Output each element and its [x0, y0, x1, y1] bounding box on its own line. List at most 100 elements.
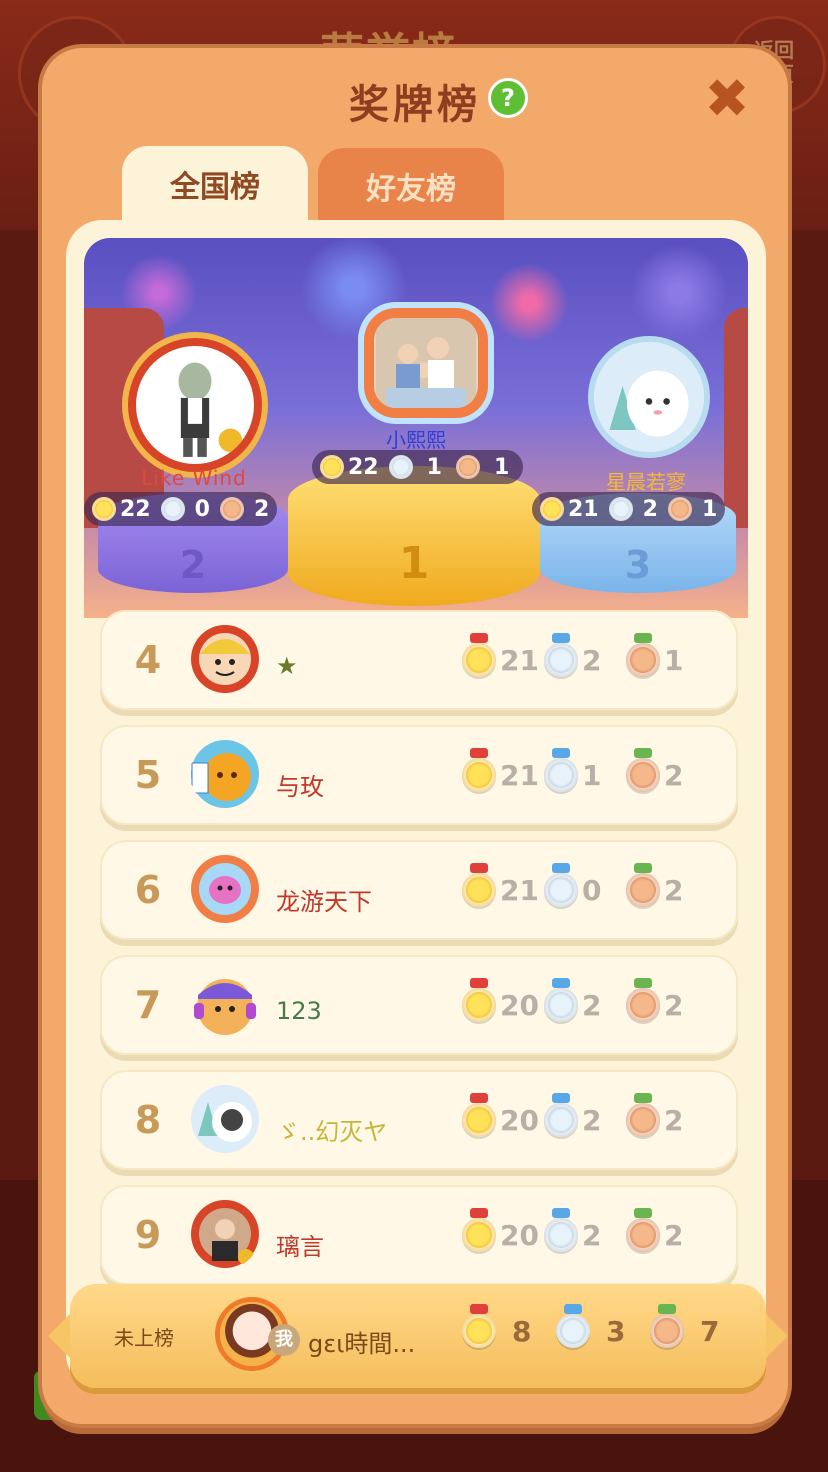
player-name: 123 [276, 997, 322, 1025]
gold-medal-icon [540, 497, 564, 521]
player-name: 璃言 [276, 1233, 324, 1261]
gold-count: 21 [500, 758, 539, 792]
silver-count: 2 [582, 1103, 602, 1137]
player-name: 与玫 [276, 773, 324, 801]
gold-count: 20 [500, 1218, 539, 1252]
portrait-avatar-icon [191, 1200, 259, 1268]
bronze-count: 7 [700, 1314, 720, 1348]
avatar-first[interactable] [374, 318, 478, 408]
bronze-count: 2 [664, 758, 684, 792]
snow-ghost-avatar-icon [594, 342, 704, 452]
bronze-medal-icon [219, 497, 244, 521]
rank-number: 9 [134, 1213, 162, 1257]
medal-counts: 21 2 1 [462, 633, 708, 684]
pedestal-first: 1 [288, 466, 540, 606]
gold-count: 22 [120, 496, 151, 522]
medal-counts: 20 2 2 [462, 1208, 708, 1259]
tab-national[interactable]: 全国榜 [122, 146, 308, 226]
silver-medal-icon [544, 978, 578, 1022]
bronze-medal-icon [455, 455, 480, 479]
silver-medal-icon [160, 497, 185, 521]
bronze-count: 1 [701, 496, 718, 522]
close-icon[interactable]: ✖ [702, 72, 752, 126]
bronze-medal-icon [650, 1304, 684, 1348]
gold-count: 21 [568, 496, 599, 522]
silver-medal-icon [544, 748, 578, 792]
rank-number: 4 [134, 638, 162, 682]
self-rank-label: 未上榜 [114, 1326, 174, 1350]
octopus-avatar-icon [191, 855, 259, 923]
medal-bar-first: 22 1 1 [312, 450, 524, 484]
silver-count: 2 [582, 988, 602, 1022]
gold-medal-icon [462, 863, 496, 907]
medal-leaderboard-panel: 奖牌榜 ? ✖ 好友榜 全国榜 2 3 1 Like Wind 22 0 2 小… [42, 48, 788, 1424]
player-name: ★ [276, 652, 298, 680]
list-item[interactable]: 6 龙游天下 21 0 2 [100, 840, 738, 940]
silver-medal-icon [608, 497, 633, 521]
bronze-medal-icon [667, 497, 692, 521]
rank-number: 5 [134, 753, 162, 797]
avatar-second[interactable] [136, 346, 254, 464]
gold-count: 21 [500, 873, 539, 907]
sun-avatar-icon [191, 740, 259, 808]
list-item[interactable]: 7 123 20 2 2 [100, 955, 738, 1055]
self-name: gɛι時間... [308, 1330, 416, 1358]
my-rank-bar[interactable]: 未上榜 我 gɛι時間... 8 3 7 [48, 1284, 788, 1388]
podium-name-second: Like Wind [141, 466, 247, 490]
list-item[interactable]: 8 ゞ..幻灭ヤ 20 2 2 [100, 1070, 738, 1170]
firework-icon [624, 238, 734, 348]
bronze-medal-icon [626, 863, 660, 907]
bronze-count: 2 [664, 1218, 684, 1252]
house-decoration [724, 308, 748, 528]
gold-count: 22 [348, 454, 379, 480]
gold-count: 20 [500, 1103, 539, 1137]
top-three-podium: 2 3 1 Like Wind 22 0 2 小熙熙 22 1 1 星晨若寥 2… [84, 238, 748, 618]
pirate-avatar-icon [191, 625, 259, 693]
gold-medal-icon [320, 455, 344, 479]
silver-count: 1 [582, 758, 602, 792]
gold-medal-icon [462, 1208, 496, 1252]
leaderboard-content: 2 3 1 Like Wind 22 0 2 小熙熙 22 1 1 星晨若寥 2… [66, 220, 766, 1390]
player-name: ゞ..幻灭ヤ [276, 1118, 388, 1146]
podium-name-first: 小熙熙 [386, 428, 446, 452]
gold-count: 8 [512, 1314, 532, 1348]
silver-count: 3 [606, 1314, 626, 1348]
help-icon[interactable]: ? [488, 78, 528, 118]
bronze-medal-icon [626, 978, 660, 1022]
gold-medal-icon [462, 1093, 496, 1137]
bronze-count: 2 [664, 988, 684, 1022]
bronze-count: 2 [253, 496, 270, 522]
rank-number: 7 [134, 983, 162, 1027]
list-item[interactable]: 4 ★ 21 2 1 [100, 610, 738, 710]
podium-name-third: 星晨若寥 [606, 470, 686, 494]
avatar-third[interactable] [594, 342, 704, 452]
snow-tree-avatar-icon [191, 1085, 259, 1153]
firework-icon [484, 258, 574, 348]
list-item[interactable]: 9 璃言 20 2 2 [100, 1185, 738, 1285]
family-photo-avatar-icon [376, 318, 476, 408]
silver-medal-icon [544, 633, 578, 677]
rank-number: 8 [134, 1098, 162, 1142]
silver-medal-icon [544, 1093, 578, 1137]
silver-count: 0 [582, 873, 602, 907]
gold-count: 20 [500, 988, 539, 1022]
silver-count: 2 [642, 496, 658, 522]
silver-count: 0 [194, 496, 210, 522]
gold-medal-icon [462, 1304, 496, 1348]
silver-count: 2 [582, 643, 602, 677]
silver-medal-icon [556, 1304, 590, 1348]
bronze-medal-icon [626, 748, 660, 792]
bronze-count: 2 [664, 873, 684, 907]
self-medal-counts: 8 3 7 [462, 1304, 744, 1348]
tab-friends[interactable]: 好友榜 [318, 148, 504, 228]
gold-medal-icon [462, 978, 496, 1022]
medal-bar-third: 21 2 1 [532, 492, 726, 526]
silver-medal-icon [544, 1208, 578, 1252]
bronze-medal-icon [626, 1208, 660, 1252]
list-item[interactable]: 5 与玫 21 1 2 [100, 725, 738, 825]
medal-counts: 21 1 2 [462, 748, 708, 799]
bronze-medal-icon [626, 1093, 660, 1137]
rank-number: 6 [134, 868, 162, 912]
silver-medal-icon [388, 455, 413, 479]
silver-medal-icon [544, 863, 578, 907]
